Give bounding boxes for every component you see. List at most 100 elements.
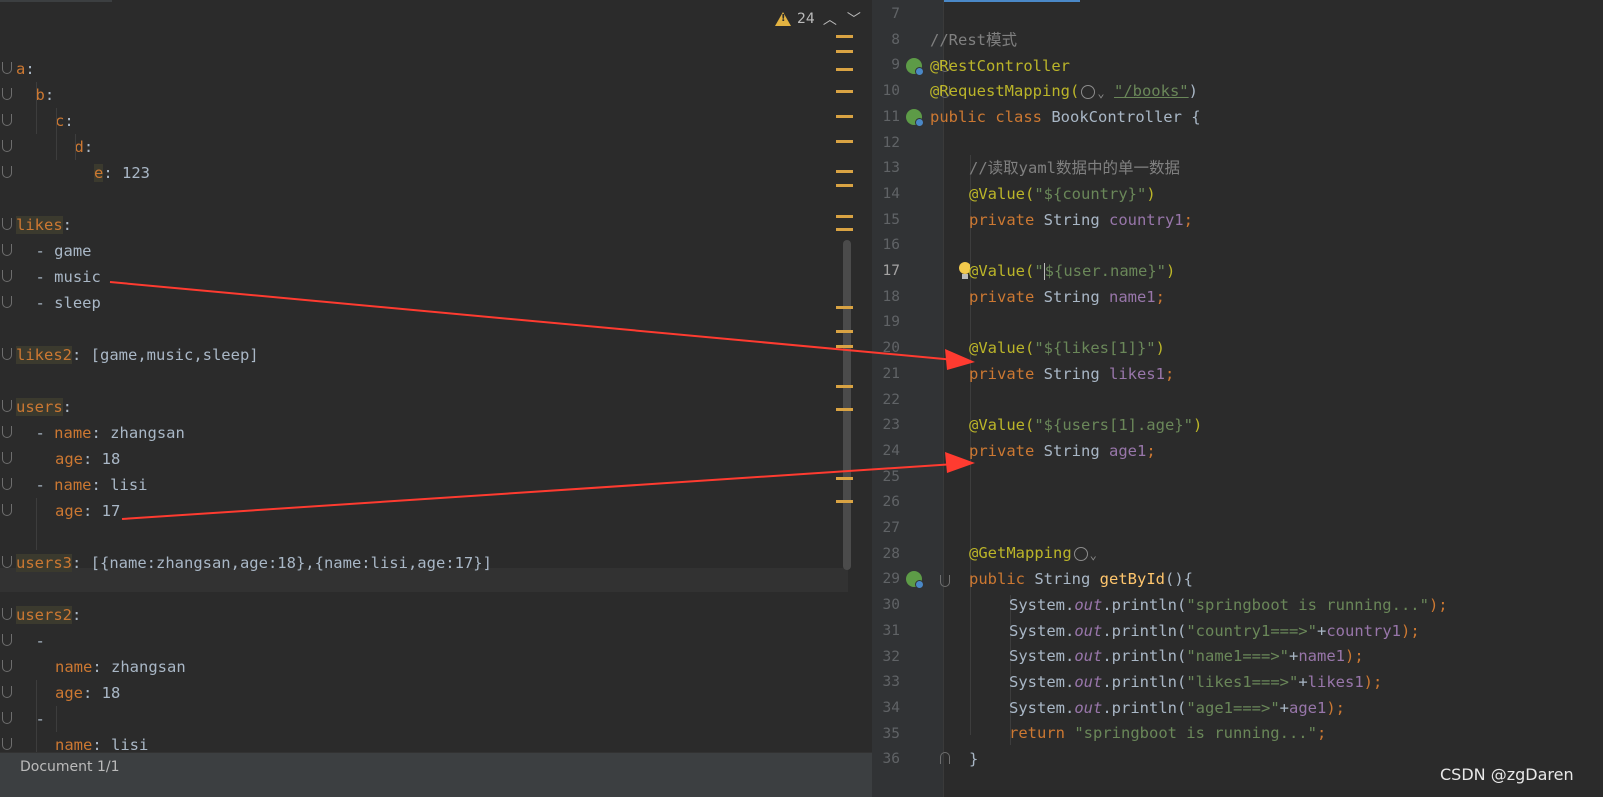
warning-mark[interactable]: [836, 68, 853, 71]
indent-guide: [75, 134, 76, 160]
line-number: 13: [882, 160, 900, 177]
warning-mark[interactable]: [836, 228, 853, 231]
fold-icon[interactable]: [2, 348, 12, 360]
line-number: 17: [882, 263, 900, 279]
line-number: 36: [882, 751, 900, 768]
warning-mark[interactable]: [836, 140, 853, 143]
yaml-key: users: [16, 398, 63, 416]
fold-icon[interactable]: [2, 62, 12, 74]
line-number: 19: [882, 314, 900, 331]
yaml-value: -: [35, 632, 45, 650]
line-number: 7: [891, 6, 900, 22]
line-number: 10: [882, 83, 900, 100]
yaml-value: : 123: [103, 164, 151, 182]
watermark: CSDN @zgDaren: [1440, 765, 1574, 784]
fold-icon[interactable]: [2, 738, 12, 750]
spring-bean-icon[interactable]: [906, 571, 924, 589]
spring-bean-icon[interactable]: [906, 109, 924, 127]
fold-icon[interactable]: [2, 244, 12, 256]
yaml-key: users3: [16, 554, 72, 572]
line-number: 26: [882, 494, 900, 511]
fold-icon[interactable]: [2, 218, 12, 230]
fold-icon[interactable]: [2, 686, 12, 698]
yaml-editor-pane[interactable]: 24 ︿ ﹀ a:b:c:d:e: 123likes:- game- music…: [0, 0, 872, 797]
globe-icon[interactable]: [1081, 80, 1105, 106]
warning-mark[interactable]: [836, 50, 853, 53]
fold-icon[interactable]: [2, 400, 12, 412]
inspection-widget[interactable]: 24 ︿ ﹀: [775, 9, 863, 29]
warning-mark[interactable]: [836, 477, 853, 480]
yaml-key: age: [55, 684, 83, 702]
line-number: 18: [882, 288, 900, 305]
yaml-value: : lisi: [91, 476, 148, 494]
comment: //Rest模式: [930, 31, 1017, 49]
warning-mark[interactable]: [836, 345, 853, 348]
fold-icon[interactable]: [2, 712, 12, 724]
fold-icon[interactable]: [2, 166, 12, 178]
warning-mark[interactable]: [836, 408, 853, 411]
fold-icon[interactable]: [940, 752, 950, 764]
active-tab-indicator: [930, 0, 1080, 2]
line-number: 21: [882, 365, 900, 382]
warning-count: 24: [797, 11, 815, 27]
globe-icon[interactable]: [1073, 542, 1097, 568]
yaml-value: : 18: [83, 684, 121, 702]
warning-mark[interactable]: [836, 500, 853, 503]
line-number: 20: [882, 340, 900, 357]
yaml-value: : [game,music,sleep]: [72, 346, 259, 364]
vertical-scrollbar[interactable]: [843, 240, 851, 570]
line-number: 8: [891, 31, 900, 48]
yaml-key: age: [55, 450, 83, 468]
warning-mark[interactable]: [836, 170, 853, 173]
fold-icon[interactable]: [2, 660, 12, 672]
warning-mark[interactable]: [836, 184, 853, 187]
yaml-value: : 17: [83, 502, 121, 520]
warning-mark[interactable]: [836, 35, 853, 38]
warning-mark[interactable]: [836, 306, 853, 309]
yaml-value: -: [35, 424, 55, 442]
warning-icon: [775, 12, 791, 26]
yaml-value: :: [25, 60, 35, 78]
fold-icon[interactable]: [2, 504, 12, 516]
fold-icon[interactable]: [2, 478, 12, 490]
yaml-key: e: [94, 164, 104, 182]
fold-icon[interactable]: [940, 575, 950, 587]
yaml-key: age: [55, 502, 83, 520]
keyword: public class: [930, 108, 1052, 126]
line-number: 15: [882, 211, 900, 228]
document-indicator[interactable]: Document 1/1: [20, 759, 120, 775]
yaml-value: - game: [35, 242, 92, 260]
editor-breadcrumb-bar: Document 1/1: [0, 752, 872, 797]
yaml-value: : [{name:zhangsan,age:18},{name:lisi,age…: [72, 554, 492, 572]
fold-icon[interactable]: [2, 426, 12, 438]
spring-bean-icon[interactable]: [906, 58, 924, 76]
warning-mark[interactable]: [836, 330, 853, 333]
line-number: 33: [882, 674, 900, 691]
chevron-down-icon[interactable]: ﹀: [845, 9, 863, 29]
fold-icon[interactable]: [2, 634, 12, 646]
fold-icon[interactable]: [2, 608, 12, 620]
fold-icon[interactable]: [2, 556, 12, 568]
fold-icon[interactable]: [2, 270, 12, 282]
warning-mark[interactable]: [836, 115, 853, 118]
fold-icon[interactable]: [2, 88, 12, 100]
yaml-key: name: [54, 476, 92, 494]
chevron-up-icon[interactable]: ︿: [821, 9, 839, 29]
annotation: @RestController: [930, 57, 1070, 75]
fold-icon[interactable]: [2, 452, 12, 464]
yaml-value: :: [72, 606, 82, 624]
warning-mark[interactable]: [836, 385, 853, 388]
yaml-value: : 18: [83, 450, 121, 468]
yaml-value: :: [64, 112, 74, 130]
yaml-value: : zhangsan: [91, 424, 185, 442]
line-number: 9: [891, 57, 900, 74]
fold-icon[interactable]: [2, 140, 12, 152]
warning-mark[interactable]: [836, 90, 853, 93]
indent-guide: [36, 498, 37, 550]
line-number: 22: [882, 391, 900, 408]
indent-guide: [36, 82, 37, 134]
fold-icon[interactable]: [2, 114, 12, 126]
string-literal[interactable]: "/books": [1114, 82, 1189, 100]
warning-mark[interactable]: [836, 215, 853, 218]
fold-icon[interactable]: [2, 296, 12, 308]
